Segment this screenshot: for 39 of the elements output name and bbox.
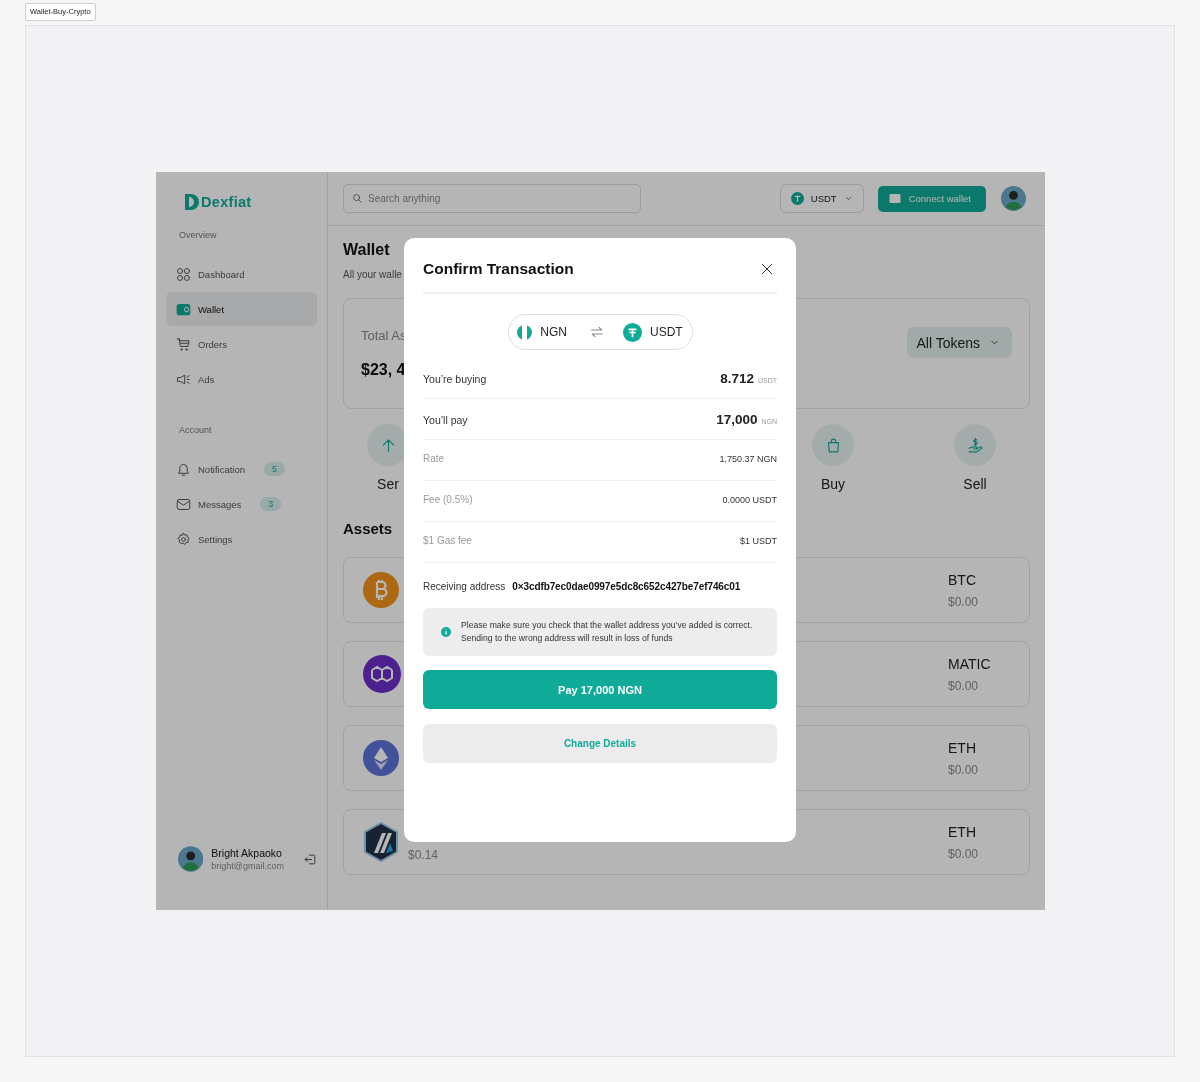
row-value: $1 USDT	[740, 536, 777, 546]
row-label: Fee (0.5%)	[423, 494, 473, 505]
brand-name: Dexfiat	[201, 194, 252, 210]
currency-code: NGN	[540, 325, 567, 339]
count-badge: 5	[264, 462, 285, 476]
wallet-address: 0×3cdfb7ec0dae0997e5dc8c652c427be7ef746c01	[512, 581, 741, 592]
asset-balance: $0.00	[948, 678, 980, 693]
warning-text: Please make sure you check that the wallet address you’ve added is correct. Sending to the wrong address will result in loss of funds	[461, 619, 754, 645]
action-label: Ser	[377, 476, 399, 492]
amount-value: 17,000	[716, 412, 758, 427]
user-email: bright@gmail.com	[211, 861, 284, 871]
asset-balance: $0.00	[948, 762, 980, 777]
dialog-title: Confirm Transaction	[423, 260, 574, 278]
asset-balance: $0.00	[948, 846, 980, 861]
section-title: Assets	[343, 520, 394, 537]
row-value: 0.0000 USDT	[722, 495, 777, 505]
asset-symbol: ETH	[948, 823, 977, 840]
row-label: You’ll pay	[423, 414, 468, 426]
asset-symbol: MATIC	[948, 655, 992, 672]
address-label: Receiving address	[423, 581, 506, 592]
amount-value: 8.712	[720, 371, 754, 386]
section-label: Overview	[179, 230, 218, 240]
asset-balance: $0.00	[948, 594, 980, 609]
asset-price: $0.14	[408, 848, 439, 862]
asset-symbol: ETH	[948, 739, 977, 756]
page-subtitle: All your walle	[343, 269, 402, 280]
row-label: You’re buying	[423, 373, 487, 385]
row-label: $1 Gas fee	[423, 535, 472, 546]
action-label: Sell	[963, 476, 987, 492]
row-label: Rate	[423, 453, 445, 464]
row-value: 1,750.37 NGN	[719, 454, 777, 464]
section-label: Account	[179, 425, 213, 435]
count-badge: 3	[260, 497, 282, 511]
balance-amount: $23, 4	[361, 361, 407, 379]
currency-code: USDT	[650, 325, 683, 339]
asset-symbol: BTC	[948, 571, 977, 588]
action-label: Buy	[820, 476, 846, 492]
page-title: Wallet	[343, 241, 391, 259]
user-name: Bright Akpaoko	[211, 847, 283, 859]
